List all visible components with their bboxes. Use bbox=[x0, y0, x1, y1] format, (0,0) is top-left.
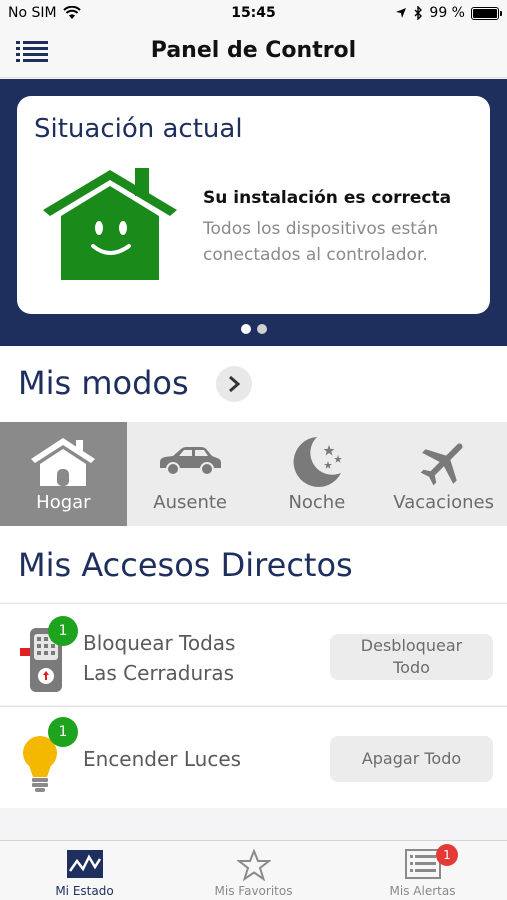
chevron-right-icon bbox=[229, 375, 241, 393]
mode-label: Noche bbox=[288, 492, 346, 513]
mode-label: Hogar bbox=[36, 492, 91, 513]
status-carousel[interactable]: Situación actual Su instalación es corre… bbox=[0, 79, 507, 346]
tab-icon-wrap bbox=[0, 849, 169, 881]
house-icon bbox=[31, 438, 96, 486]
mode-ausente[interactable]: Ausente bbox=[127, 422, 254, 526]
happy-house-icon bbox=[43, 168, 177, 280]
shortcut-label[interactable]: Bloquear Todas Las Cerraduras bbox=[83, 628, 235, 688]
shortcut-label[interactable]: Encender Luces bbox=[83, 744, 241, 774]
chart-icon bbox=[66, 850, 103, 878]
modes-row: Hogar Ausente Noche Vacaciones bbox=[0, 422, 507, 526]
button-label-line: Todo bbox=[393, 658, 430, 677]
airplane-icon bbox=[420, 443, 463, 486]
modes-more-button[interactable] bbox=[216, 366, 252, 402]
mode-hogar[interactable]: Hogar bbox=[0, 422, 127, 526]
shortcut-lights: 1 Encender Luces Apagar Todo bbox=[0, 706, 507, 808]
tab-label: Mis Favoritos bbox=[214, 884, 293, 898]
mode-icon-wrap bbox=[127, 436, 254, 488]
button-label-line: Desbloquear bbox=[360, 636, 463, 655]
card-description: Todos los dispositivos están conectados … bbox=[203, 219, 439, 265]
tab-icon-wrap bbox=[338, 849, 507, 881]
shortcut-badge: 1 bbox=[48, 717, 78, 747]
status-right: 99 % bbox=[395, 5, 502, 21]
shortcut-label-line: Las Cerraduras bbox=[83, 661, 235, 685]
tab-bar: Mi Estado Mis Favoritos Mis Alertas bbox=[0, 840, 507, 900]
shortcut-label-line: Bloquear Todas bbox=[83, 631, 236, 655]
moon-icon bbox=[293, 437, 342, 487]
modes-title: Mis modos bbox=[18, 364, 189, 402]
mode-noche[interactable]: Noche bbox=[254, 422, 381, 526]
modes-header: Mis modos bbox=[0, 346, 507, 422]
page-title: Panel de Control bbox=[150, 38, 357, 63]
tab-label: Mi Estado bbox=[55, 884, 114, 898]
car-icon bbox=[160, 447, 222, 476]
battery-icon bbox=[471, 6, 502, 20]
location-icon bbox=[396, 8, 407, 18]
tab-mis-alertas[interactable]: Mis Alertas bbox=[338, 841, 507, 900]
battery-fill bbox=[473, 8, 497, 18]
mode-vacaciones[interactable]: Vacaciones bbox=[380, 422, 507, 526]
status-bar: No SIM 15:45 99 % bbox=[0, 0, 507, 26]
shortcut-locks: 1 Bloquear Todas Las Cerraduras Desbloqu… bbox=[0, 603, 507, 705]
bluetooth-icon bbox=[414, 6, 423, 20]
mode-icon-wrap bbox=[254, 436, 381, 488]
status-card[interactable]: Situación actual Su instalación es corre… bbox=[17, 96, 490, 314]
mode-label: Vacaciones bbox=[393, 492, 494, 513]
carousel-dot-active[interactable] bbox=[240, 324, 251, 334]
star-icon bbox=[236, 849, 271, 881]
shortcut-badge: 1 bbox=[48, 616, 78, 646]
alerts-badge: 1 bbox=[436, 844, 458, 866]
carousel-dot[interactable] bbox=[256, 324, 267, 334]
tab-mi-estado[interactable]: Mi Estado bbox=[0, 841, 169, 900]
card-title: Situación actual bbox=[34, 114, 243, 144]
mode-label: Ausente bbox=[153, 492, 227, 513]
carousel-dots bbox=[0, 324, 507, 334]
mode-icon-wrap bbox=[0, 436, 127, 488]
lights-off-button[interactable]: Apagar Todo bbox=[330, 736, 493, 782]
tab-mis-favoritos[interactable]: Mis Favoritos bbox=[169, 841, 338, 900]
nav-bar: Panel de Control bbox=[0, 26, 507, 78]
shortcuts-title: Mis Accesos Directos bbox=[18, 546, 353, 584]
mode-icon-wrap bbox=[380, 436, 507, 488]
tab-label: Mis Alertas bbox=[389, 884, 456, 898]
shortcuts-header: Mis Accesos Directos bbox=[0, 526, 507, 602]
tab-icon-wrap bbox=[169, 849, 338, 881]
battery-percent: 99 % bbox=[429, 5, 465, 21]
unlock-all-button[interactable]: Desbloquear Todo bbox=[330, 634, 493, 680]
card-headline: Su instalación es correcta bbox=[203, 188, 452, 208]
